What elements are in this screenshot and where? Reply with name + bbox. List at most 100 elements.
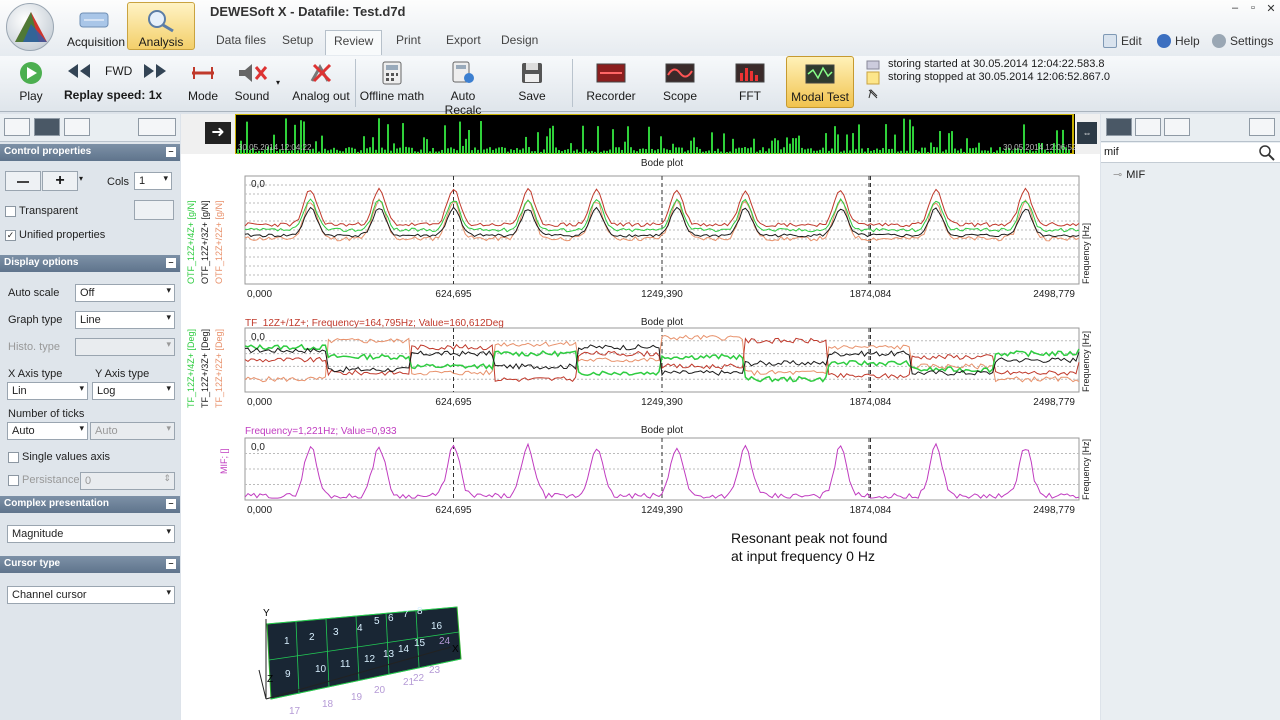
ticks-select[interactable]: Auto ▾ [7, 422, 88, 440]
tab-design[interactable]: Design [493, 30, 546, 55]
x-tick-label: 624,695 [435, 397, 472, 408]
activity-bar [552, 125, 554, 154]
channel-panel-toolbar [1101, 114, 1280, 142]
activity-bar [777, 140, 779, 154]
collapse-icon[interactable]: – [166, 559, 176, 569]
tab-export[interactable]: Export [438, 30, 489, 55]
zoom-fit-icon[interactable]: ⇔ [1077, 122, 1097, 144]
activity-bar [468, 129, 470, 154]
scope-button[interactable]: Scope [660, 56, 700, 108]
list-view-icon[interactable] [1135, 118, 1161, 136]
search-icon[interactable] [1259, 145, 1275, 161]
activity-bar [627, 126, 629, 154]
edit-button[interactable]: Edit [1103, 32, 1142, 50]
sound-dropdown-icon[interactable]: ▾ [276, 78, 280, 87]
timeline-overview[interactable]: 30.05.2014 12:04:22 30.05.2014 12:06:52 [235, 114, 1075, 154]
single-values-axis-checkbox[interactable]: Single values axis [8, 451, 110, 463]
cursor-type-header[interactable]: Cursor type – [0, 556, 180, 573]
chevron-down-icon[interactable]: ▾ [79, 174, 83, 183]
persistance-input[interactable]: 0 ⇕ [80, 472, 175, 490]
add-column-button[interactable]: + [42, 171, 78, 191]
window-title: DEWESoft X - Datafile: Test.d7d [210, 4, 406, 19]
auto-scale-select[interactable]: Off ▾ [75, 284, 175, 302]
remove-column-button[interactable] [5, 171, 41, 191]
y-axis-type-select[interactable]: Log ▾ [92, 382, 175, 400]
modal-test-button[interactable]: Modal Test [786, 56, 854, 108]
graph-view-icon[interactable] [64, 118, 90, 136]
arrow-right-icon[interactable]: ➜ [205, 122, 231, 144]
save-button[interactable]: Save [512, 56, 552, 108]
minimize-icon[interactable]: – [1226, 2, 1244, 16]
activity-bar [834, 126, 836, 154]
pointer-icon[interactable] [1164, 118, 1190, 136]
toolbar-separator [572, 59, 573, 107]
bode-plot-mif[interactable]: Bode plot Frequency=1,221Hz; Value=0,933… [219, 425, 1091, 516]
offline-math-button[interactable]: Offline math [359, 56, 425, 108]
modal-structure-view[interactable]: Y X Z 1 2 3 45 6 7 89 10 11 12 13 14151617181920212… [258, 606, 462, 717]
activity-bar [501, 147, 503, 154]
complex-presentation-header[interactable]: Complex presentation – [0, 496, 180, 513]
channel-search[interactable]: mif [1101, 143, 1280, 163]
search-input[interactable]: mif [1104, 146, 1119, 158]
collapse-icon[interactable]: – [166, 147, 176, 157]
x-tick-label: 1249,390 [641, 397, 683, 408]
bode-plot-phase[interactable]: Bode plot TF_12Z+/1Z+; Frequency=164,795… [186, 317, 1091, 408]
timeline-bar[interactable]: ➜ 30.05.2014 12:04:22 30.05.2014 12:06:5… [181, 114, 1100, 154]
activity-bar [489, 147, 491, 154]
sound-button[interactable]: Sound [232, 56, 272, 108]
control-properties-header[interactable]: Control properties – [0, 144, 180, 161]
unified-properties-checkbox[interactable]: ✓ Unified properties [5, 229, 105, 241]
fast-forward-icon[interactable] [142, 62, 168, 83]
analysis-mode-button[interactable]: Analysis [127, 2, 195, 50]
help-icon [1157, 34, 1171, 48]
notes-icon[interactable] [866, 60, 880, 103]
activity-bar [675, 147, 677, 154]
complex-presentation-select[interactable]: Magnitude ▾ [7, 525, 175, 543]
bode-plot-magnitude[interactable]: Bode plot 0,0 OTF_12Z+/4Z+ [g/N] OTF_12Z… [186, 158, 1091, 300]
list-view-icon[interactable] [4, 118, 30, 136]
transparent-checkbox[interactable]: Transparent [5, 205, 78, 217]
cols-select[interactable]: 1 ▾ [134, 172, 172, 190]
activity-bar [903, 118, 905, 154]
display-view-icon[interactable] [34, 118, 60, 136]
plot-title: Bode plot [641, 158, 683, 169]
list-item[interactable]: ⊸ MIF [1113, 168, 1145, 181]
display-options-header[interactable]: Display options – [0, 255, 180, 272]
activity-bar [624, 141, 626, 154]
mode-button[interactable]: Mode [184, 56, 222, 108]
replay-speed[interactable]: Replay speed: 1x [64, 88, 162, 102]
settings-button[interactable]: Settings [1212, 32, 1273, 50]
activity-bar [498, 147, 500, 154]
maximize-icon[interactable]: ▫ [1244, 2, 1262, 16]
tab-print[interactable]: Print [388, 30, 429, 55]
tab-review[interactable]: Review [325, 30, 383, 55]
tab-data-files[interactable]: Data files [208, 30, 274, 55]
activity-bar [990, 147, 992, 154]
collapse-icon[interactable]: – [166, 258, 176, 268]
panel-layout-icon[interactable] [1249, 118, 1275, 136]
cursor-type-select[interactable]: Channel cursor ▾ [7, 586, 175, 604]
help-button[interactable]: Help [1157, 32, 1200, 50]
ticks-secondary-select[interactable]: Auto ▾ [90, 422, 175, 440]
auto-recalc-button[interactable]: Auto Recalc [431, 56, 495, 117]
review-toolbar: Play FWD Replay speed: 1x Mode Sound ▾ A… [0, 56, 1280, 117]
collapse-icon[interactable]: – [166, 499, 176, 509]
activity-bar [978, 142, 980, 154]
x-tick-label: 1249,390 [641, 505, 683, 516]
ruler-icon[interactable] [138, 118, 176, 136]
rewind-icon[interactable] [66, 62, 92, 83]
fft-button[interactable]: FFT [730, 56, 770, 108]
histo-type-select[interactable]: ▾ [75, 338, 175, 356]
close-icon[interactable]: ✕ [1262, 2, 1280, 16]
play-button[interactable]: Play [8, 56, 54, 108]
color-picker-button[interactable] [134, 200, 174, 220]
x-axis-type-select[interactable]: Lin ▾ [7, 382, 88, 400]
analog-out-button[interactable]: Analog out [290, 56, 352, 108]
acquisition-mode-button[interactable]: Acquisition [66, 2, 125, 50]
activity-bar [537, 132, 539, 154]
tree-view-icon[interactable] [1106, 118, 1132, 136]
persistance-checkbox[interactable]: Persistance [8, 474, 79, 486]
tab-setup[interactable]: Setup [274, 30, 321, 55]
recorder-button[interactable]: Recorder [584, 56, 638, 108]
graph-type-select[interactable]: Line ▾ [75, 311, 175, 329]
